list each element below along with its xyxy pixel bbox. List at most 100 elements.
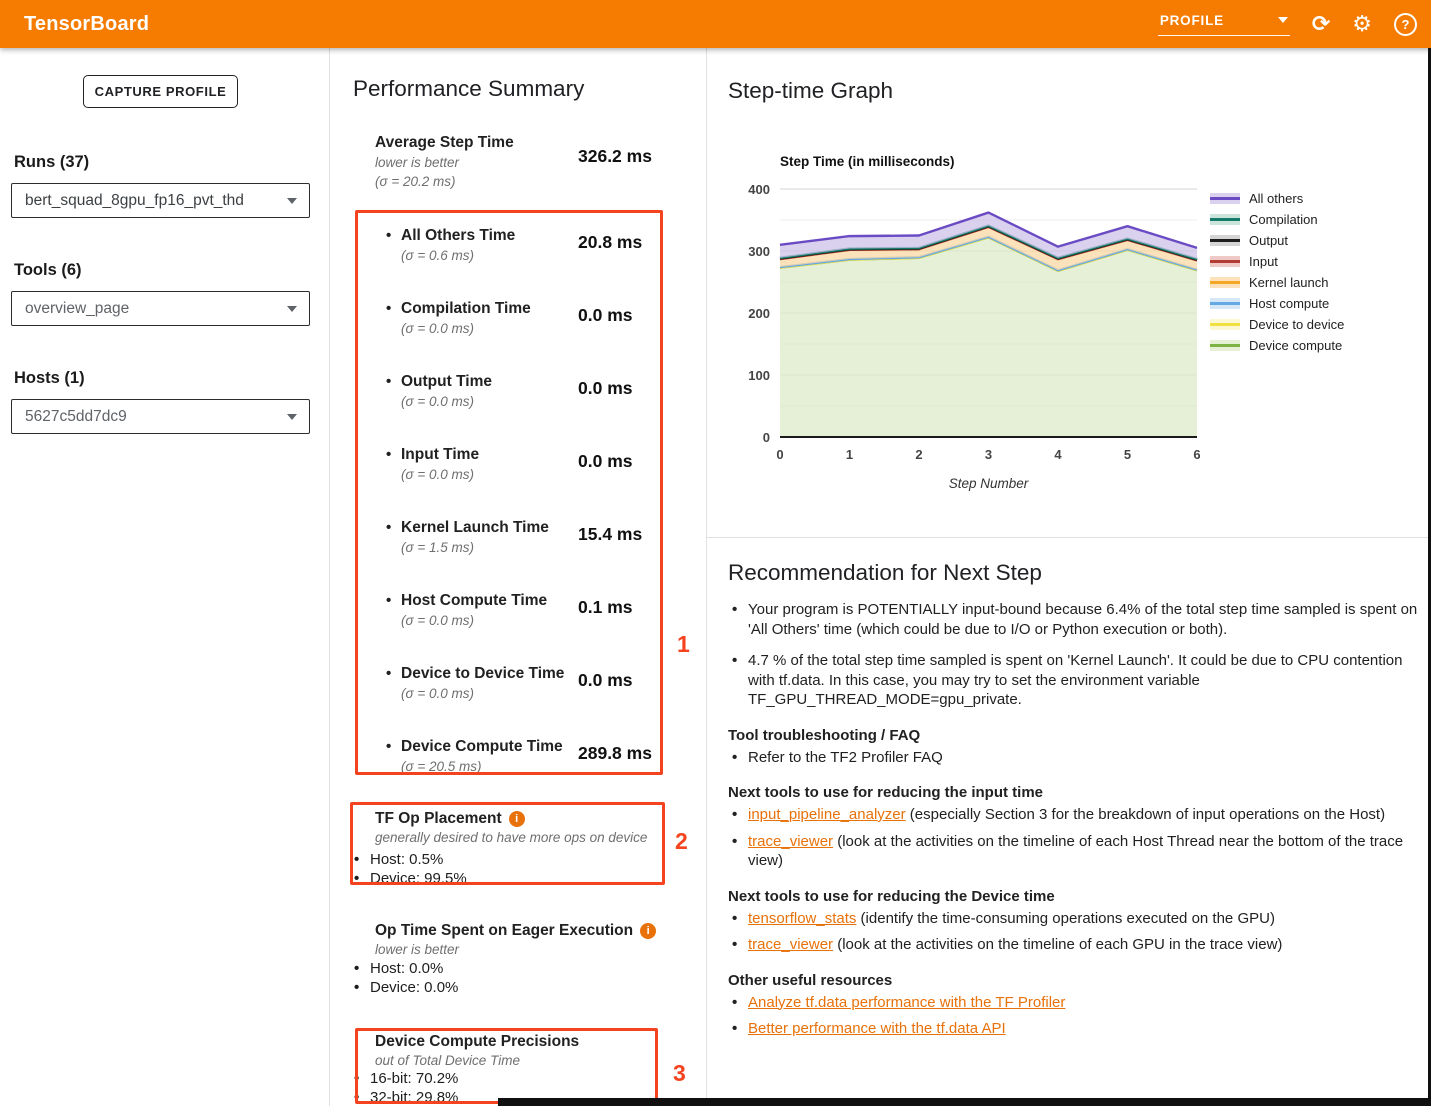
recommendation-bullet: Your program is POTENTIALLY input-bound … xyxy=(728,600,1420,639)
metric-value: 20.8 ms xyxy=(578,232,642,253)
app-header: TensorBoard PROFILE ⟳ ⚙ ? xyxy=(0,0,1431,48)
metric-sigma: (σ = 0.0 ms) xyxy=(401,394,474,409)
chevron-down-icon xyxy=(287,198,297,204)
svg-text:2: 2 xyxy=(915,447,922,462)
list-item: trace_viewer (look at the activities on … xyxy=(728,832,1420,871)
help-icon[interactable]: ? xyxy=(1394,13,1417,36)
performance-summary-title: Performance Summary xyxy=(353,76,584,102)
block-title-text: TF Op Placement xyxy=(375,810,502,828)
metric-value: 0.0 ms xyxy=(578,378,632,399)
annotation-1: 1 xyxy=(677,631,690,658)
resources-heading: Other useful resources xyxy=(728,972,1420,989)
svg-text:6: 6 xyxy=(1193,447,1200,462)
metric-label: Device to Device Time xyxy=(401,665,564,683)
svg-text:0: 0 xyxy=(763,430,770,445)
metric-value: 0.0 ms xyxy=(578,451,632,472)
metric-sigma: (σ = 20.5 ms) xyxy=(401,759,482,774)
metric-row-input: Input Time (σ = 0.0 ms) 0.0 ms xyxy=(330,446,675,506)
metric-row-kernel-launch: Kernel Launch Time (σ = 1.5 ms) 15.4 ms xyxy=(330,519,675,579)
bottom-frame-bar xyxy=(498,1098,1431,1106)
metric-value: 15.4 ms xyxy=(578,524,642,545)
dashboard-selector[interactable]: PROFILE xyxy=(1158,13,1290,36)
chevron-down-icon xyxy=(287,306,297,312)
list-item: Refer to the TF2 Profiler FAQ xyxy=(728,748,1420,768)
tf-op-placement-title: TF Op Placement xyxy=(375,810,525,828)
list-item: Device: 0.0% xyxy=(370,979,458,996)
metric-label: Compilation Time xyxy=(401,300,531,318)
legend-swatch-icon xyxy=(1210,298,1240,309)
tensorflow-stats-link[interactable]: tensorflow_stats xyxy=(748,910,856,927)
trace-viewer-link[interactable]: trace_viewer xyxy=(748,833,833,850)
info-icon[interactable] xyxy=(640,923,656,939)
device-tools-list: tensorflow_stats (identify the time-cons… xyxy=(728,909,1420,955)
tools-label: Tools (6) xyxy=(14,261,82,280)
input-tools-heading: Next tools to use for reducing the input… xyxy=(728,784,1420,801)
faq-list: Refer to the TF2 Profiler FAQ xyxy=(728,748,1420,768)
metric-row-compilation: Compilation Time (σ = 0.0 ms) 0.0 ms xyxy=(330,300,675,360)
legend-label: Output xyxy=(1249,233,1288,248)
input-pipeline-analyzer-link[interactable]: input_pipeline_analyzer xyxy=(748,806,906,823)
app-title: TensorBoard xyxy=(24,13,149,36)
block-subtitle: out of Total Device Time xyxy=(375,1053,520,1068)
metric-label: Device Compute Time xyxy=(401,738,563,756)
recommendation-bullet: 4.7 % of the total step time sampled is … xyxy=(728,651,1420,710)
metric-row-device-compute: Device Compute Time (σ = 20.5 ms) 289.8 … xyxy=(330,738,675,798)
chevron-down-icon xyxy=(287,414,297,420)
device-precisions-title: Device Compute Precisions xyxy=(375,1033,579,1051)
metric-label: Output Time xyxy=(401,373,492,391)
runs-dropdown[interactable]: bert_squad_8gpu_fp16_pvt_thd xyxy=(11,183,310,218)
info-icon[interactable] xyxy=(509,811,525,827)
metric-subtitle: lower is better xyxy=(375,155,459,170)
runs-dropdown-value: bert_squad_8gpu_fp16_pvt_thd xyxy=(25,192,287,210)
chart-x-axis-label: Step Number xyxy=(780,476,1197,491)
svg-text:5: 5 xyxy=(1124,447,1131,462)
header-actions: PROFILE ⟳ ⚙ ? xyxy=(1158,13,1417,36)
link-description: (especially Section 3 for the breakdown … xyxy=(906,806,1385,823)
recommendation-title: Recommendation for Next Step xyxy=(728,560,1420,586)
tfdata-api-link[interactable]: Better performance with the tf.data API xyxy=(748,1020,1006,1037)
metric-sigma: (σ = 1.5 ms) xyxy=(401,540,474,555)
legend-item: Compilation xyxy=(1210,209,1344,230)
legend-item: Host compute xyxy=(1210,293,1344,314)
link-description: (identify the time-consuming operations … xyxy=(856,910,1275,927)
legend-item: Output xyxy=(1210,230,1344,251)
dashboard-selector-value: PROFILE xyxy=(1160,13,1224,28)
refresh-icon[interactable]: ⟳ xyxy=(1312,13,1330,35)
metric-label: Input Time xyxy=(401,446,479,464)
svg-text:400: 400 xyxy=(748,182,770,197)
list-item: 16-bit: 70.2% xyxy=(370,1070,458,1087)
legend-label: Input xyxy=(1249,254,1278,269)
list-item: input_pipeline_analyzer (especially Sect… xyxy=(728,805,1420,825)
list-item: trace_viewer (look at the activities on … xyxy=(728,935,1420,955)
gear-icon[interactable]: ⚙ xyxy=(1352,13,1372,35)
svg-text:1: 1 xyxy=(846,447,853,462)
metric-sigma: (σ = 20.2 ms) xyxy=(375,174,456,189)
tools-dropdown[interactable]: overview_page xyxy=(11,291,310,326)
metric-sigma: (σ = 0.0 ms) xyxy=(401,686,474,701)
hosts-dropdown[interactable]: 5627c5dd7dc9 xyxy=(11,399,310,434)
chart-legend: All othersCompilationOutputInputKernel l… xyxy=(1210,188,1344,356)
legend-item: Device to device xyxy=(1210,314,1344,335)
annotation-2: 2 xyxy=(675,828,688,855)
section-divider xyxy=(707,537,1431,538)
hosts-label: Hosts (1) xyxy=(14,369,85,388)
list-item: Device: 99.5% xyxy=(370,870,467,887)
capture-profile-button[interactable]: CAPTURE PROFILE xyxy=(83,75,238,108)
hosts-dropdown-value: 5627c5dd7dc9 xyxy=(25,408,287,426)
sidebar: CAPTURE PROFILE Runs (37) bert_squad_8gp… xyxy=(0,48,330,1106)
input-tools-list: input_pipeline_analyzer (especially Sect… xyxy=(728,805,1420,871)
tfdata-profiler-link[interactable]: Analyze tf.data performance with the TF … xyxy=(748,994,1065,1011)
resources-list: Analyze tf.data performance with the TF … xyxy=(728,993,1420,1039)
chevron-down-icon xyxy=(1278,17,1288,23)
metric-sigma: (σ = 0.0 ms) xyxy=(401,321,474,336)
list-item: Host: 0.5% xyxy=(370,851,443,868)
svg-text:0: 0 xyxy=(776,447,783,462)
tools-dropdown-value: overview_page xyxy=(25,300,287,318)
recommendation-section: Recommendation for Next Step Your progra… xyxy=(728,560,1420,1046)
legend-label: Kernel launch xyxy=(1249,275,1329,290)
svg-text:4: 4 xyxy=(1054,447,1062,462)
legend-swatch-icon xyxy=(1210,277,1240,288)
legend-swatch-icon xyxy=(1210,214,1240,225)
device-tools-heading: Next tools to use for reducing the Devic… xyxy=(728,888,1420,905)
trace-viewer-link[interactable]: trace_viewer xyxy=(748,936,833,953)
